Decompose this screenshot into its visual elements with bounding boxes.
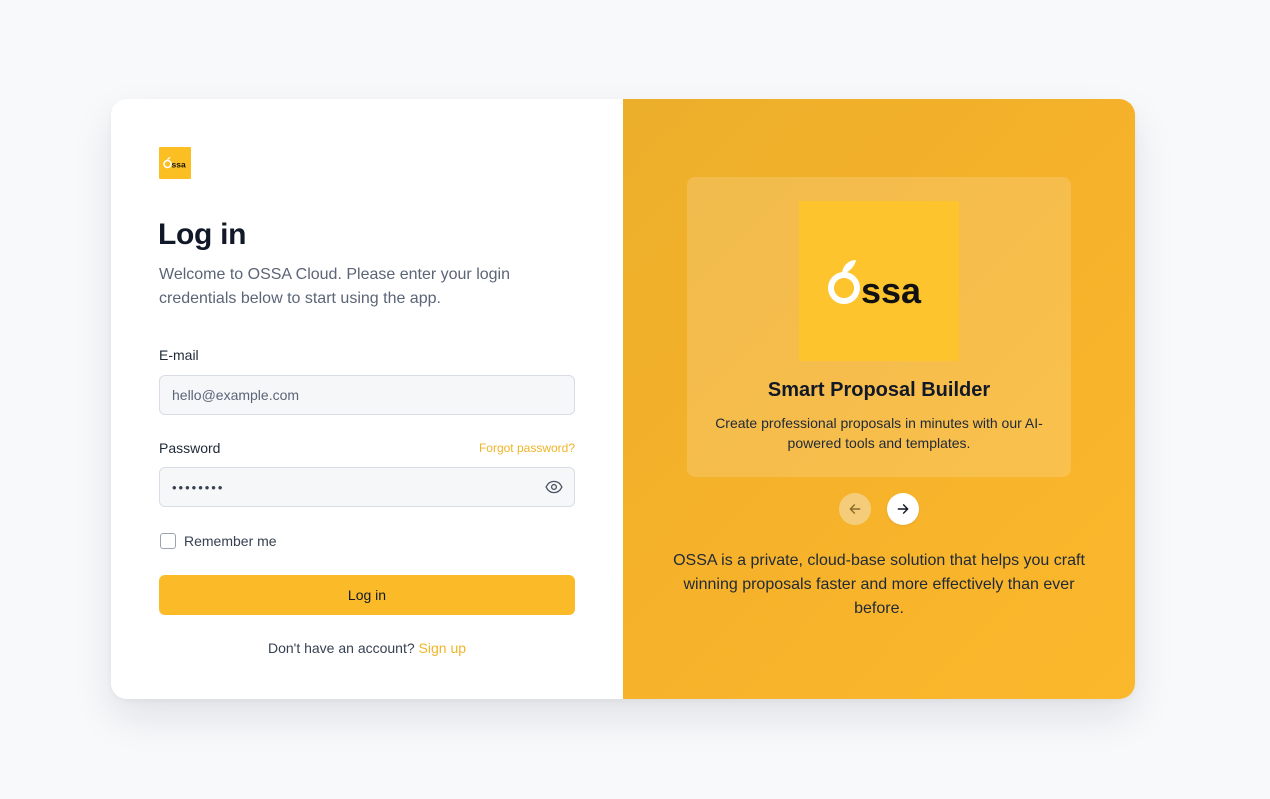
ossa-logo: ssa: [799, 201, 959, 361]
slide-description: Create professional proposals in minutes…: [715, 415, 1043, 451]
email-label: E-mail: [159, 347, 199, 363]
login-card: ssa Log in Welcome to OSSA Cloud. Please…: [111, 99, 1135, 699]
login-form-panel: ssa Log in Welcome to OSSA Cloud. Please…: [111, 99, 623, 699]
remember-me-label: Remember me: [184, 533, 277, 549]
remember-me-checkbox[interactable]: [160, 533, 176, 549]
svg-text:ssa: ssa: [861, 270, 922, 309]
ossa-logo-icon: ssa: [828, 260, 922, 309]
product-tagline: OSSA is a private, cloud-base solution t…: [673, 552, 1085, 617]
forgot-password-link[interactable]: Forgot password?: [479, 441, 575, 455]
login-button[interactable]: Log in: [159, 575, 575, 615]
page-title: Log in: [158, 218, 247, 251]
feature-slide: ssa Smart Proposal Builder Create profes…: [687, 177, 1071, 477]
arrow-right-icon: [897, 504, 909, 514]
carousel-next-button[interactable]: [887, 493, 919, 525]
carousel-prev-button[interactable]: [839, 493, 871, 525]
signup-prompt-text: Don't have an account?: [267, 640, 415, 656]
page-subtitle: Welcome to OSSA Cloud. Please enter your…: [159, 266, 510, 307]
svg-text:ssa: ssa: [172, 160, 186, 170]
remember-me[interactable]: Remember me: [160, 533, 277, 549]
eye-icon[interactable]: [545, 478, 563, 496]
ossa-logo-icon: ssa: [163, 157, 186, 170]
showcase-panel: ssa Smart Proposal Builder Create profes…: [623, 99, 1135, 699]
signup-link[interactable]: Sign up: [419, 640, 466, 656]
arrow-left-icon: [849, 504, 861, 514]
email-input[interactable]: [159, 375, 575, 415]
password-label: Password: [159, 440, 221, 456]
signup-prompt: Don't have an account? Sign up: [159, 640, 575, 656]
slide-title: Smart Proposal Builder: [767, 379, 991, 401]
password-input[interactable]: [159, 467, 575, 507]
brand-logo: ssa: [159, 147, 191, 179]
